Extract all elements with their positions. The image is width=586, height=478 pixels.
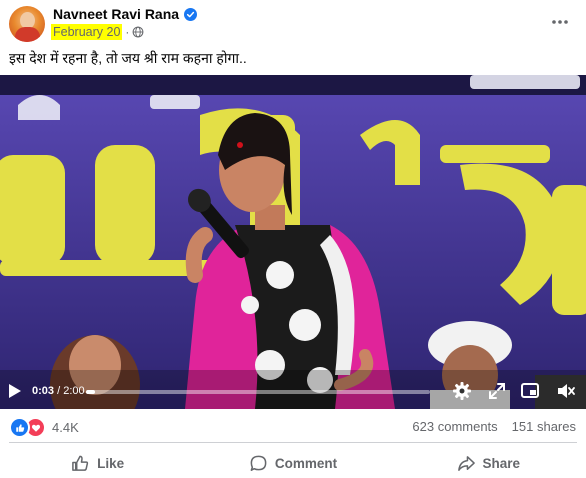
share-button[interactable]: Share	[391, 448, 586, 478]
shares-count[interactable]: 151 shares	[512, 419, 576, 434]
post-actions: Like Comment Share	[0, 448, 586, 478]
video-player[interactable]: 0:03 / 2:00	[0, 75, 586, 409]
comment-label: Comment	[274, 455, 338, 471]
volume-icon[interactable]	[556, 381, 576, 401]
video-frame	[0, 75, 586, 409]
comment-icon	[250, 455, 267, 471]
fullscreen-icon[interactable]	[487, 381, 507, 401]
play-icon[interactable]	[8, 383, 22, 399]
like-button[interactable]: Like	[0, 448, 195, 478]
post-header: Navneet Ravi Rana February 20 ·	[0, 0, 586, 44]
author-name[interactable]: Navneet Ravi Rana	[53, 6, 179, 22]
post-caption: इस देश में रहना है, तो जय श्री राम कहना …	[9, 50, 247, 66]
video-time: 0:03 / 2:00	[32, 385, 85, 397]
engagement-counts: 623 comments 151 shares	[412, 419, 576, 434]
share-label: Share	[482, 455, 521, 471]
more-options-icon[interactable]	[550, 12, 570, 32]
author-row: Navneet Ravi Rana	[53, 6, 198, 22]
author-avatar[interactable]	[9, 6, 45, 42]
reactions-summary[interactable]: 4.4K	[9, 417, 79, 438]
progress-bar[interactable]	[86, 390, 430, 394]
thumbs-up-icon	[72, 455, 89, 471]
comments-count[interactable]: 623 comments	[412, 419, 497, 434]
post-date[interactable]: February 20	[51, 24, 123, 40]
video-controls: 0:03 / 2:00	[0, 375, 586, 409]
duration: 2:00	[63, 385, 85, 397]
globe-icon	[133, 26, 144, 38]
progress-fill	[86, 390, 95, 394]
settings-icon[interactable]	[452, 381, 472, 401]
comment-button[interactable]: Comment	[195, 448, 390, 478]
reactions-count: 4.4K	[52, 420, 79, 435]
post-stats: 4.4K 623 comments 151 shares	[0, 414, 586, 438]
like-label: Like	[97, 455, 125, 471]
divider	[9, 442, 577, 443]
current-time: 0:03	[32, 385, 55, 397]
post-meta: February 20 ·	[51, 24, 144, 40]
like-reaction-icon	[9, 417, 30, 438]
meta-separator: ·	[125, 25, 130, 39]
share-icon	[457, 455, 475, 471]
verified-icon	[184, 7, 198, 21]
pip-icon[interactable]	[520, 381, 540, 401]
time-separator: /	[54, 385, 64, 397]
